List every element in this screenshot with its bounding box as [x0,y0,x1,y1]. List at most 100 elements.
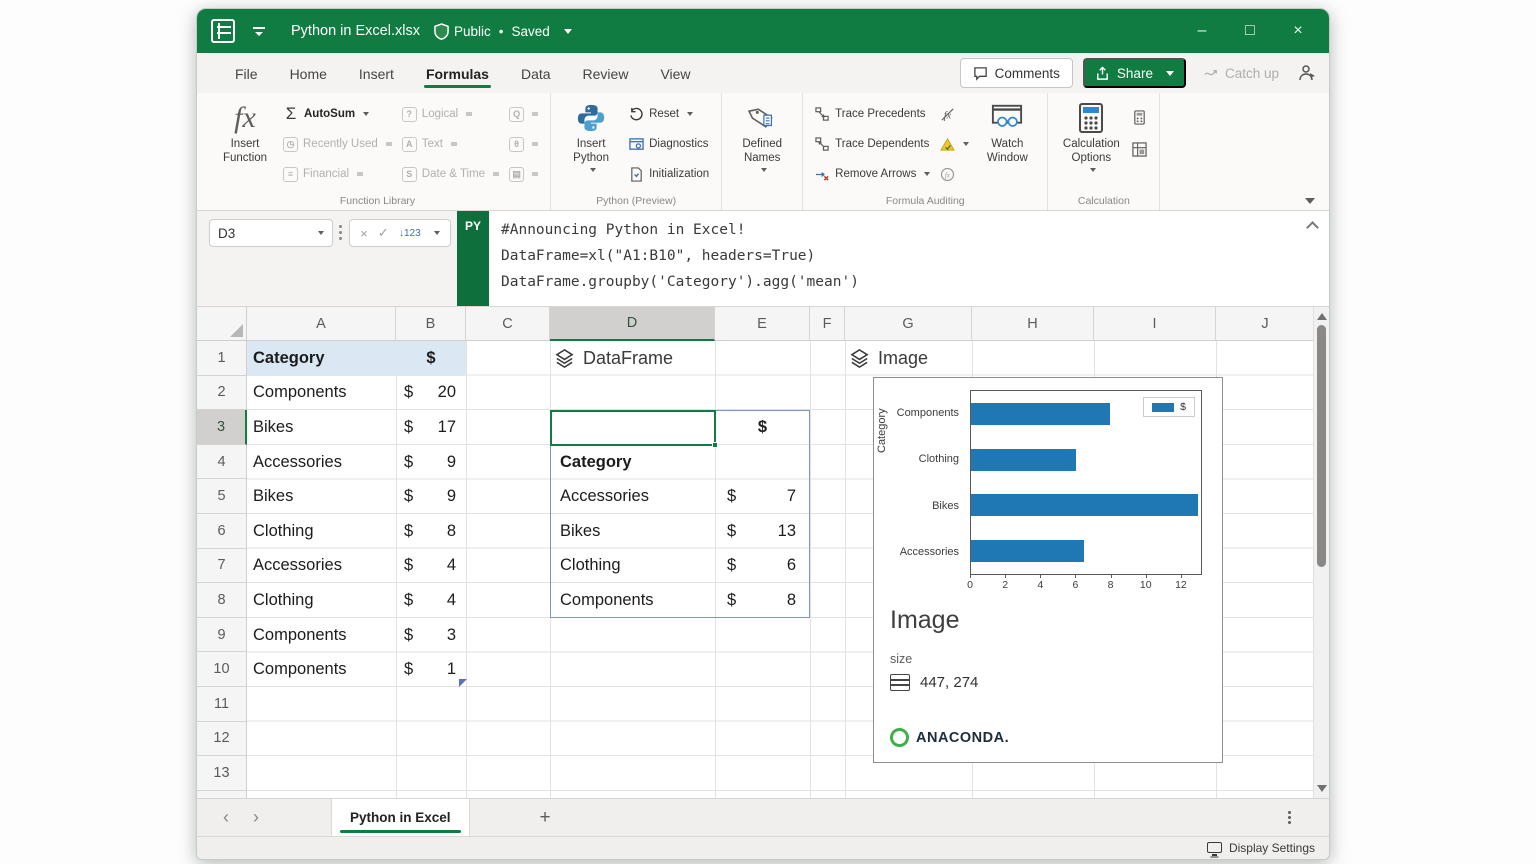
tab-insert[interactable]: Insert [347,56,406,90]
cell-d8[interactable]: Components [550,583,715,618]
formula-input[interactable]: #Announcing Python in Excel!DataFrame=xl… [489,211,1329,306]
python-output-type-icon[interactable]: ↓123 [399,228,421,239]
scroll-up-icon[interactable] [1317,313,1327,320]
insert-python-button[interactable]: Insert Python [563,101,619,172]
excel-app-icon[interactable] [211,19,235,43]
comments-button[interactable]: Comments [960,58,1073,88]
calculation-options-button[interactable]: Calculation Options [1060,101,1122,172]
presence-person-icon[interactable] [1297,63,1317,83]
row-header-6[interactable]: 6 [197,514,247,549]
cell-d5[interactable]: Accessories [550,479,715,514]
cell-e7[interactable]: $6 [715,549,810,584]
maximize-button[interactable]: □ [1229,15,1271,47]
column-header-d[interactable]: D [550,307,715,341]
python-output-dropdown-icon[interactable] [434,231,440,235]
active-cell-d3[interactable] [550,410,716,446]
select-all-corner[interactable] [197,307,247,341]
lookup-reference-button[interactable]: Q [509,101,538,127]
vertical-scrollbar[interactable] [1313,307,1329,798]
evaluate-formula-button[interactable]: fx [940,161,969,187]
row-header-13[interactable]: 13 [197,756,247,791]
sheet-nav-next-icon[interactable]: › [241,807,271,828]
confirm-entry-icon[interactable]: ✓ [378,225,389,241]
share-button[interactable]: Share [1083,58,1186,88]
cell-e6[interactable]: $13 [715,514,810,549]
image-card[interactable]: ComponentsClothingBikesAccessories Categ… [873,377,1223,763]
cell-a3[interactable]: Bikes [247,410,396,445]
more-functions-button[interactable]: ▤ [509,161,538,187]
tab-data[interactable]: Data [509,56,563,90]
initialization-button[interactable]: Initialization [629,161,709,187]
column-header-f[interactable]: F [810,307,845,341]
cell-e5[interactable]: $7 [715,479,810,514]
column-header-a[interactable]: A [247,307,396,341]
date-time-button[interactable]: SDate & Time [402,161,499,187]
cell-a7[interactable]: Accessories [247,549,396,584]
error-checking-button[interactable] [940,131,969,157]
cell-a8[interactable]: Clothing [247,583,396,618]
cell-a4[interactable]: Accessories [247,445,396,480]
recently-used-button[interactable]: ◷Recently Used [283,131,392,157]
cell-b1[interactable]: $ [396,341,466,376]
row-header-12[interactable]: 12 [197,722,247,757]
cell-b9[interactable]: $3 [396,618,466,653]
scrollbar-thumb[interactable] [1317,325,1326,567]
column-header-i[interactable]: I [1094,307,1216,341]
row-header-1[interactable]: 1 [197,341,247,376]
close-button[interactable]: × [1277,15,1319,47]
tab-file[interactable]: File [223,56,270,90]
text-button[interactable]: AText [402,131,499,157]
cell-e3[interactable]: $ [715,410,810,445]
cancel-entry-icon[interactable]: × [360,226,368,241]
sensitivity-label[interactable]: Public • Saved [454,24,572,39]
tab-home[interactable]: Home [278,56,339,90]
logical-button[interactable]: ?Logical [402,101,499,127]
image-card-label[interactable]: Image [849,341,928,376]
autosum-button[interactable]: ΣAutoSum [283,101,392,127]
column-header-j[interactable]: J [1216,307,1315,341]
tab-review[interactable]: Review [571,56,641,90]
calculate-now-button[interactable] [1132,104,1147,130]
row-header-10[interactable]: 10 [197,652,247,687]
cell-b6[interactable]: $8 [396,514,466,549]
row-header-9[interactable]: 9 [197,618,247,653]
diagnostics-button[interactable]: Diagnostics [629,131,709,157]
trace-precedents-button[interactable]: Trace Precedents [815,101,930,127]
cell-d7[interactable]: Clothing [550,549,715,584]
reset-button[interactable]: Reset [629,101,709,127]
row-header-7[interactable]: 7 [197,549,247,584]
cell-b4[interactable]: $9 [396,445,466,480]
quick-access-toolbar-icon[interactable] [253,27,265,36]
sheet-more-options-icon[interactable] [1288,811,1291,814]
cell-b2[interactable]: $20 [396,376,466,411]
trace-dependents-button[interactable]: Trace Dependents [815,131,930,157]
insert-function-button[interactable]: fx Insert Function [217,101,273,166]
row-header-8[interactable]: 8 [197,583,247,618]
cell-b10[interactable]: $1 [396,652,466,687]
financial-button[interactable]: ≡Financial [283,161,392,187]
show-formulas-button[interactable]: fx [940,101,969,127]
cell-d6[interactable]: Bikes [550,514,715,549]
column-header-c[interactable]: C [466,307,550,341]
cell-b5[interactable]: $9 [396,479,466,514]
column-header-g[interactable]: G [845,307,972,341]
formula-bar-handle-icon[interactable] [339,225,342,228]
cell-a6[interactable]: Clothing [247,514,396,549]
column-header-h[interactable]: H [972,307,1094,341]
row-header-3[interactable]: 3 [197,410,247,445]
cell-b7[interactable]: $4 [396,549,466,584]
add-sheet-button[interactable]: + [540,807,551,829]
calculate-sheet-button[interactable] [1132,136,1147,162]
cell-a2[interactable]: Components [247,376,396,411]
minimize-button[interactable]: – [1181,15,1223,47]
cell-a5[interactable]: Bikes [247,479,396,514]
cell-area[interactable]: Category $ Components $20 Bikes $17 Acce… [247,341,1315,798]
cell-b8[interactable]: $4 [396,583,466,618]
watch-window-button[interactable]: Watch Window [979,101,1035,166]
sheet-nav-prev-icon[interactable]: ‹ [211,807,241,828]
tab-formulas[interactable]: Formulas [414,56,501,90]
cell-a9[interactable]: Components [247,618,396,653]
scroll-down-icon[interactable] [1317,785,1327,792]
defined-names-button[interactable]: Defined Names [734,101,790,172]
row-header-11[interactable]: 11 [197,687,247,722]
